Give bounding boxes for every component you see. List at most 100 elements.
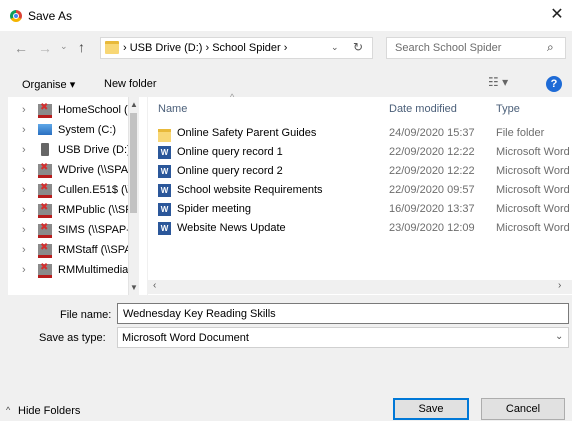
sidebar-item-cullen[interactable]: › Cullen.E51$ (\\	[16, 180, 136, 200]
expand-chevron-icon[interactable]: ›	[22, 184, 26, 196]
column-header-date-modified[interactable]: Date modified	[389, 103, 457, 115]
expand-chevron-icon[interactable]: ›	[22, 164, 26, 176]
new-folder-button[interactable]: New folder	[104, 78, 157, 90]
navigation-scrollbar-thumb[interactable]	[130, 113, 137, 213]
expand-chevron-icon[interactable]: ›	[22, 244, 26, 256]
network-drive-disconnected-icon	[38, 162, 52, 178]
search-icon[interactable]: ⌕	[547, 40, 554, 55]
file-type: Microsoft Word	[496, 184, 570, 196]
sidebar-item-rmmultimedia[interactable]: › RMMultimedia	[16, 260, 136, 280]
title-bar: Save As ✕	[0, 0, 572, 31]
expand-chevron-icon[interactable]: ›	[22, 204, 26, 216]
expand-chevron-icon[interactable]: ›	[22, 124, 26, 136]
usb-drive-icon	[41, 143, 49, 156]
organise-menu-button[interactable]: Organise ▾	[22, 78, 75, 91]
address-bar[interactable]: › USB Drive (D:) › School Spider › ⌄ ↻	[100, 37, 373, 59]
sidebar-item-rmpublic[interactable]: › RMPublic (\\SF	[16, 200, 136, 220]
help-icon[interactable]: ?	[546, 76, 562, 92]
folder-icon	[158, 129, 171, 142]
file-type: Microsoft Word	[496, 146, 570, 158]
list-item[interactable]: Online Safety Parent Guides 24/09/2020 1…	[155, 124, 570, 143]
list-item[interactable]: W School website Requirements 22/09/2020…	[155, 181, 570, 200]
file-name: Online query record 1	[177, 146, 283, 158]
breadcrumb[interactable]: › USB Drive (D:) › School Spider ›	[123, 42, 287, 54]
sidebar-item-label: RMStaff (\\SPA	[58, 244, 132, 256]
list-item[interactable]: W Online query record 2 22/09/2020 12:22…	[155, 162, 570, 181]
sidebar-item-wdrive[interactable]: › WDrive (\\SPAF	[16, 160, 136, 180]
network-drive-disconnected-icon	[38, 182, 52, 198]
expand-chevron-icon[interactable]: ›	[22, 224, 26, 236]
network-drive-disconnected-icon	[38, 222, 52, 238]
scroll-up-icon[interactable]: ▲	[130, 100, 138, 109]
sidebar-item-label: System (C:)	[58, 124, 117, 136]
hide-folders-button[interactable]: Hide Folders	[18, 405, 80, 417]
file-type: Microsoft Word	[496, 203, 570, 215]
horizontal-scrollbar[interactable]: ‹ ›	[148, 280, 572, 294]
network-drive-disconnected-icon	[38, 102, 52, 118]
save-button[interactable]: Save	[393, 398, 469, 420]
list-item[interactable]: W Spider meeting 16/09/2020 13:37 Micros…	[155, 200, 570, 219]
sidebar-item-label: RMMultimedia	[58, 264, 129, 276]
file-date: 22/09/2020 12:22	[389, 165, 475, 177]
window-title: Save As	[28, 9, 73, 23]
network-drive-disconnected-icon	[38, 262, 52, 278]
sidebar-item-label: RMPublic (\\SF	[58, 204, 132, 216]
sidebar-item-rmstaff[interactable]: › RMStaff (\\SPA	[16, 240, 136, 260]
list-item[interactable]: W Website News Update 23/09/2020 12:09 M…	[155, 219, 570, 238]
file-name-input[interactable]	[117, 303, 569, 324]
refresh-icon[interactable]: ↻	[353, 40, 363, 54]
sidebar-item-label: HomeSchool (\	[58, 104, 131, 116]
sort-indicator-icon: ^	[230, 92, 235, 102]
word-document-icon: W	[158, 184, 171, 197]
computer-drive-icon	[38, 124, 52, 135]
file-type: File folder	[496, 127, 545, 139]
search-input[interactable]: Search School Spider ⌕	[386, 37, 566, 59]
view-options-icon[interactable]: ☷ ▾	[488, 75, 508, 89]
up-arrow-icon[interactable]: ↑	[78, 39, 85, 55]
navigation-pane[interactable]: › HomeSchool (\ › System (C:) › USB Driv…	[8, 97, 147, 295]
save-as-type-label: Save as type:	[39, 332, 106, 344]
word-document-icon: W	[158, 165, 171, 178]
close-button[interactable]: ✕	[546, 4, 568, 26]
word-document-icon: W	[158, 222, 171, 235]
chevron-down-icon: ⌄	[555, 331, 564, 342]
scroll-left-icon[interactable]: ‹	[153, 280, 156, 291]
file-date: 16/09/2020 13:37	[389, 203, 475, 215]
expand-chevron-icon[interactable]: ›	[22, 264, 26, 276]
file-name: Online query record 2	[177, 165, 283, 177]
expand-chevron-icon[interactable]: ›	[22, 144, 26, 156]
cancel-button[interactable]: Cancel	[481, 398, 565, 420]
word-document-icon: W	[158, 203, 171, 216]
sidebar-item-label: WDrive (\\SPAF	[58, 164, 135, 176]
back-arrow-icon[interactable]: ←	[14, 40, 28, 56]
file-type: Microsoft Word	[496, 165, 570, 177]
file-type: Microsoft Word	[496, 222, 570, 234]
list-item[interactable]: W Online query record 1 22/09/2020 12:22…	[155, 143, 570, 162]
sidebar-item-system[interactable]: › System (C:)	[16, 120, 136, 140]
save-as-type-select[interactable]: Microsoft Word Document ⌄	[117, 327, 569, 348]
word-document-icon: W	[158, 146, 171, 159]
sidebar-item-usb-drive[interactable]: › USB Drive (D:)	[16, 140, 136, 160]
recent-locations-chevron-icon[interactable]: ⌄	[60, 41, 68, 52]
save-as-type-value: Microsoft Word Document	[122, 332, 249, 344]
sidebar-item-label: Cullen.E51$ (\\	[58, 184, 131, 196]
sidebar-item-label: SIMS (\\SPAP-S	[58, 224, 136, 236]
file-date: 24/09/2020 15:37	[389, 127, 475, 139]
column-header-type[interactable]: Type	[496, 103, 520, 115]
file-date: 22/09/2020 12:22	[389, 146, 475, 158]
network-drive-disconnected-icon	[38, 202, 52, 218]
file-date: 23/09/2020 12:09	[389, 222, 475, 234]
file-name: School website Requirements	[177, 184, 323, 196]
column-header-name[interactable]: Name	[158, 103, 187, 115]
scroll-right-icon[interactable]: ›	[558, 280, 561, 291]
expand-chevron-icon[interactable]: ›	[22, 104, 26, 116]
sidebar-item-homeschool[interactable]: › HomeSchool (\	[16, 100, 136, 120]
file-name: Online Safety Parent Guides	[177, 127, 317, 139]
hide-folders-chevron-icon[interactable]: ^	[6, 405, 10, 415]
file-name-label: File name:	[60, 309, 112, 321]
scroll-down-icon[interactable]: ▼	[130, 283, 138, 292]
sidebar-item-sims[interactable]: › SIMS (\\SPAP-S	[16, 220, 136, 240]
forward-arrow-icon[interactable]: →	[38, 40, 52, 56]
file-name: Spider meeting	[177, 203, 251, 215]
address-dropdown-icon[interactable]: ⌄	[331, 42, 339, 53]
